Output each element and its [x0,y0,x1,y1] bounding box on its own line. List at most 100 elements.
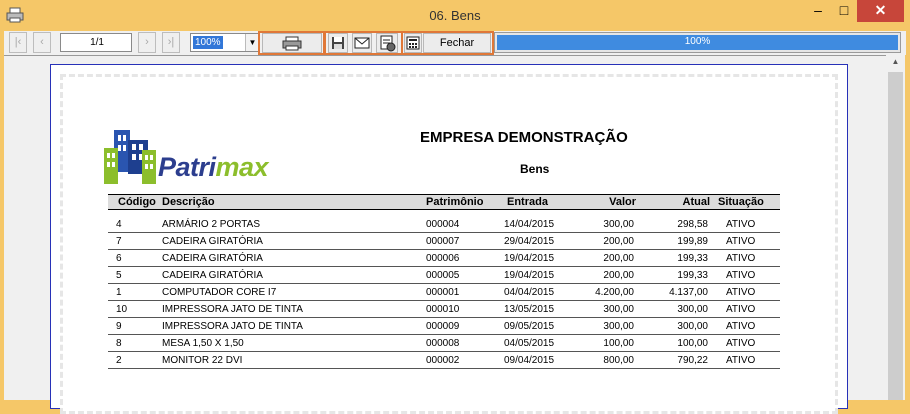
column-header-descricao: Descrição [162,196,215,208]
cell-entrada: 14/04/2015 [504,219,555,230]
floppy-disk-icon [332,37,344,49]
cell-atual: 300,00 [677,304,708,315]
cell-codigo: 7 [116,236,122,247]
envelope-icon [354,37,370,49]
cell-patrimonio: 000001 [426,287,460,298]
cell-codigo: 8 [116,338,122,349]
minimize-button[interactable]: – [805,0,831,22]
page-setup-button[interactable] [404,33,422,53]
close-button[interactable]: Fechar [423,33,491,53]
cell-valor: 800,00 [603,355,634,366]
export-button[interactable] [376,33,398,53]
cell-descricao: MESA 1,50 X 1,50 [162,338,244,349]
print-button[interactable] [262,33,322,53]
company-name: EMPRESA DEMONSTRAÇÃO [420,129,628,146]
table-row: 2 MONITOR 22 DVI 000002 09/04/2015 800,0… [108,352,780,369]
table-row: 4 ARMÁRIO 2 PORTAS 000004 14/04/2015 300… [108,216,780,233]
cell-entrada: 09/05/2015 [504,321,555,332]
cell-codigo: 1 [116,287,122,298]
cell-codigo: 9 [116,321,122,332]
cell-atual: 199,89 [677,236,708,247]
printer-icon [282,36,302,51]
cell-atual: 790,22 [677,355,708,366]
cell-situacao: ATIVO [726,219,756,230]
cell-descricao: IMPRESSORA JATO DE TINTA [162,304,303,315]
column-header-codigo: Código [118,196,156,208]
calculator-icon [406,36,420,50]
last-page-button[interactable]: ›| [162,32,180,53]
progress-text: 100% [684,36,711,47]
next-page-button[interactable]: › [138,32,156,53]
zoom-value: 100% [193,36,223,49]
column-header-atual: Atual [682,196,711,208]
cell-situacao: ATIVO [726,253,756,264]
cell-patrimonio: 000006 [426,253,460,264]
cell-patrimonio: 000008 [426,338,460,349]
table-row: 9 IMPRESSORA JATO DE TINTA 000009 09/05/… [108,318,780,335]
close-window-button[interactable]: ✕ [857,0,904,22]
cell-entrada: 09/04/2015 [504,355,555,366]
cell-valor: 4.200,00 [595,287,634,298]
cell-entrada: 19/04/2015 [504,270,555,281]
cell-entrada: 29/04/2015 [504,236,555,247]
cell-atual: 199,33 [677,253,708,264]
cell-entrada: 04/04/2015 [504,287,555,298]
progress-bar: 100% [494,32,901,53]
cell-descricao: COMPUTADOR CORE I7 [162,287,277,298]
cell-codigo: 2 [116,355,122,366]
vertical-scrollbar[interactable]: ▲ [886,55,905,400]
previous-page-button[interactable]: ‹ [33,32,51,53]
cell-situacao: ATIVO [726,236,756,247]
email-button[interactable] [352,33,372,53]
column-header-situacao: Situação [718,196,764,208]
cell-atual: 100,00 [677,338,708,349]
title-bar: 06. Bens – □ ✕ [0,0,910,31]
scroll-up-icon[interactable]: ▲ [886,57,905,71]
table-row: 5 CADEIRA GIRATÓRIA 000005 19/04/2015 20… [108,267,780,284]
chevron-down-icon[interactable]: ▼ [245,34,259,51]
cell-valor: 300,00 [603,219,634,230]
column-header-valor: Valor [609,196,636,208]
table-row: 6 CADEIRA GIRATÓRIA 000006 19/04/2015 20… [108,250,780,267]
zoom-select[interactable]: 100% ▼ [190,33,260,52]
cell-patrimonio: 000005 [426,270,460,281]
cell-descricao: CADEIRA GIRATÓRIA [162,236,263,247]
table-row: 1 COMPUTADOR CORE I7 000001 04/04/2015 4… [108,284,780,301]
cell-situacao: ATIVO [726,304,756,315]
maximize-button[interactable]: □ [831,0,857,22]
cell-patrimonio: 000010 [426,304,460,315]
cell-entrada: 13/05/2015 [504,304,555,315]
cell-codigo: 10 [116,304,128,315]
cell-atual: 298,58 [677,219,708,230]
table-row: 7 CADEIRA GIRATÓRIA 000007 29/04/2015 20… [108,233,780,250]
cell-valor: 200,00 [603,236,634,247]
cell-situacao: ATIVO [726,287,756,298]
cell-valor: 300,00 [603,304,634,315]
save-button[interactable] [328,33,348,53]
cell-patrimonio: 000004 [426,219,460,230]
cell-valor: 300,00 [603,321,634,332]
cell-descricao: CADEIRA GIRATÓRIA [162,270,263,281]
page-input[interactable]: 1/1 [60,33,132,52]
cell-atual: 199,33 [677,270,708,281]
cell-codigo: 5 [116,270,122,281]
table-row: 10 IMPRESSORA JATO DE TINTA 000010 13/05… [108,301,780,318]
cell-entrada: 04/05/2015 [504,338,555,349]
cell-valor: 200,00 [603,270,634,281]
cell-situacao: ATIVO [726,355,756,366]
cell-situacao: ATIVO [726,270,756,281]
cell-descricao: IMPRESSORA JATO DE TINTA [162,321,303,332]
document-export-icon [380,35,396,52]
first-page-button[interactable]: |‹ [9,32,27,53]
cell-patrimonio: 000009 [426,321,460,332]
window-title: 06. Bens [429,8,481,23]
column-header-entrada: Entrada [507,196,548,208]
column-header-patrimonio: Patrimônio [426,196,484,208]
logo-text: Patrimax [158,152,269,182]
cell-atual: 300,00 [677,321,708,332]
cell-descricao: MONITOR 22 DVI [162,355,243,366]
cell-entrada: 19/04/2015 [504,253,555,264]
scrollbar-thumb[interactable] [888,72,903,400]
cell-valor: 100,00 [603,338,634,349]
table-row: 8 MESA 1,50 X 1,50 000008 04/05/2015 100… [108,335,780,352]
